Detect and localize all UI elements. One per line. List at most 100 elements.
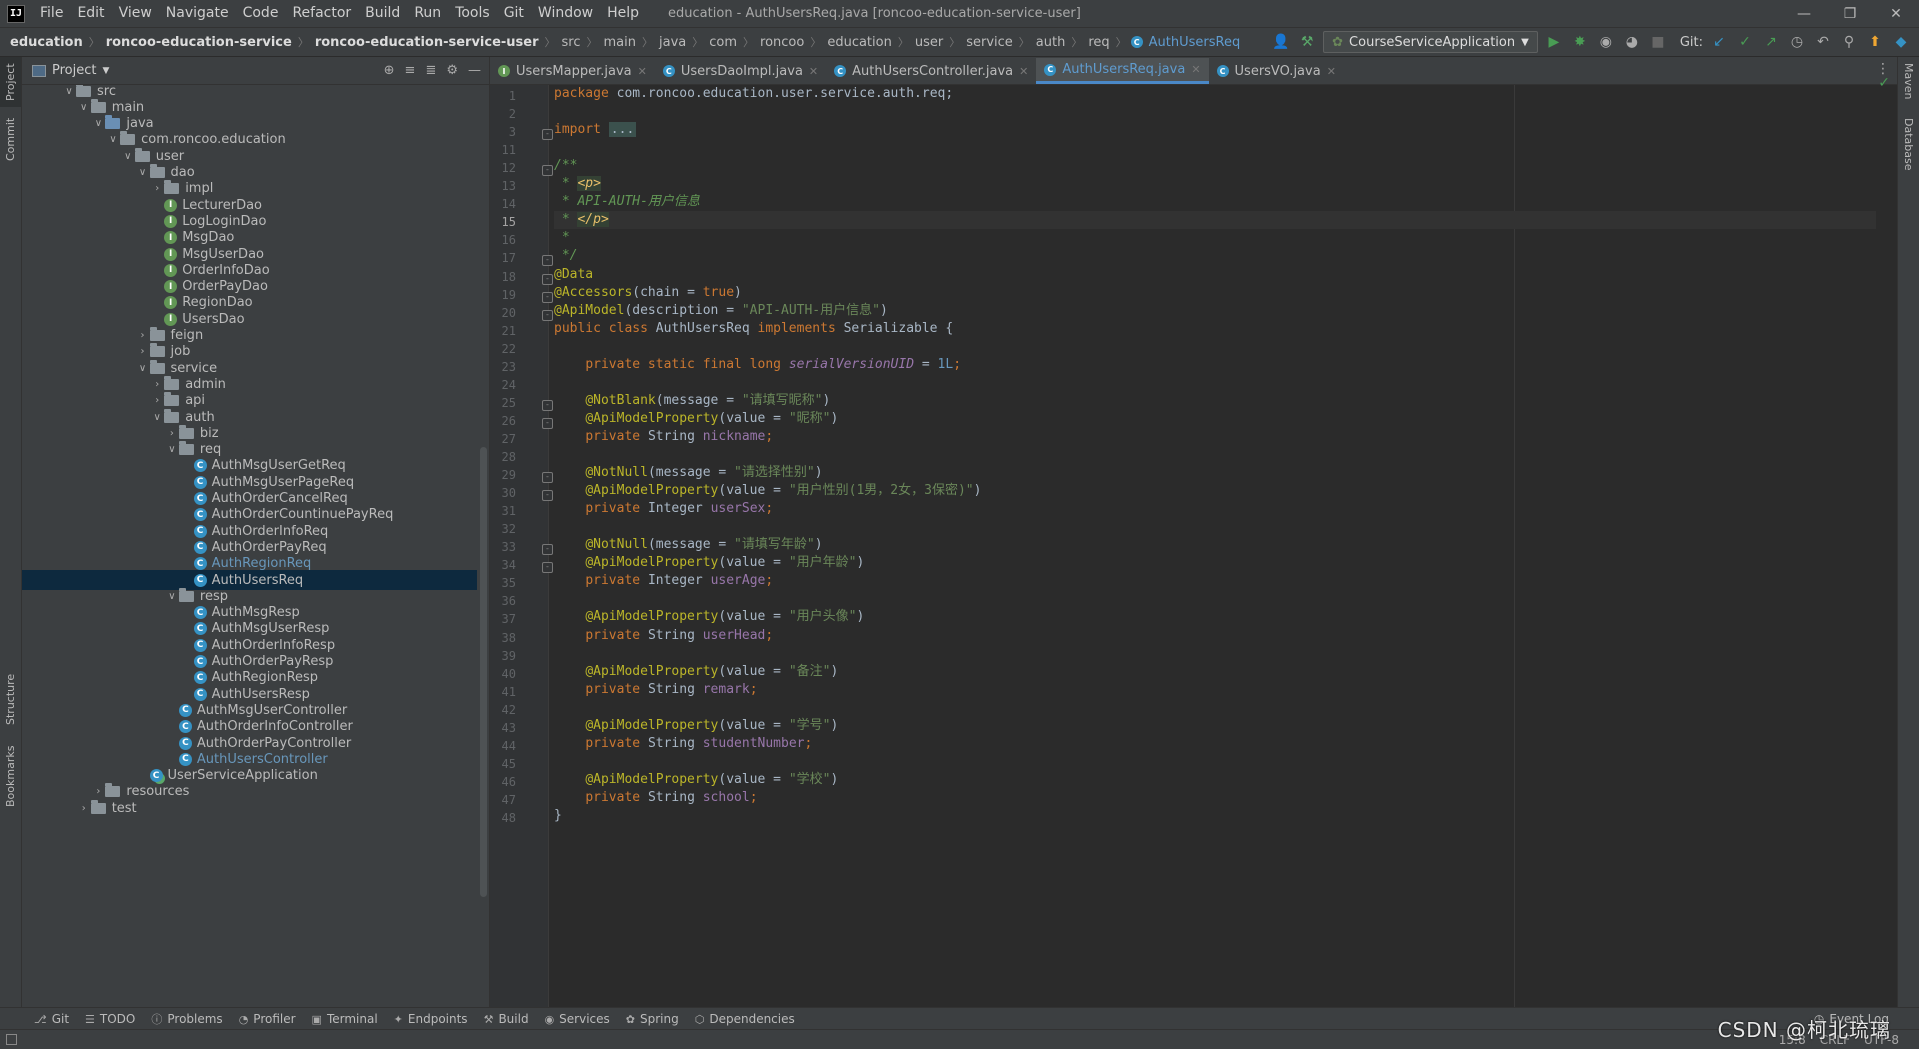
git-push-icon[interactable]: ↗ bbox=[1761, 32, 1781, 52]
editor-tab[interactable]: I UsersMapper.java ✕ bbox=[490, 58, 655, 84]
tool-profiler[interactable]: ◔ Profiler bbox=[231, 1012, 304, 1026]
code-line[interactable] bbox=[554, 103, 1876, 121]
fold-icon[interactable]: - bbox=[542, 417, 553, 429]
code-line[interactable]: private String remark; bbox=[554, 681, 1876, 699]
fold-icon[interactable]: - bbox=[542, 309, 553, 321]
stripe-tab-bookmarks[interactable]: Bookmarks bbox=[0, 739, 21, 814]
tool-problems[interactable]: ⓘ Problems bbox=[143, 1011, 230, 1027]
update-icon[interactable]: ⬆ bbox=[1865, 32, 1885, 52]
breadcrumb-item[interactable]: roncoo bbox=[758, 35, 806, 50]
code-line[interactable]: @NotNull(message = "请选择性别") bbox=[554, 464, 1876, 482]
coverage-icon[interactable]: ◉ bbox=[1596, 32, 1616, 52]
git-update-icon[interactable]: ↙ bbox=[1709, 32, 1729, 52]
code-line[interactable]: private String school; bbox=[554, 789, 1876, 807]
code-line[interactable] bbox=[554, 699, 1876, 717]
project-scrollbar[interactable] bbox=[480, 447, 487, 897]
breadcrumb-item[interactable]: user bbox=[913, 35, 945, 50]
close-icon[interactable]: ✕ bbox=[1327, 65, 1336, 78]
breadcrumb-item[interactable]: src bbox=[560, 35, 583, 50]
history-icon[interactable]: ◷ bbox=[1787, 32, 1807, 52]
code-line[interactable]: private Integer userSex; bbox=[554, 500, 1876, 518]
fold-icon[interactable]: - bbox=[542, 291, 553, 303]
menu-run[interactable]: Run bbox=[407, 0, 448, 27]
status-square-icon[interactable] bbox=[6, 1034, 17, 1045]
breadcrumb-item[interactable]: service bbox=[964, 35, 1015, 50]
code-line[interactable]: @NotNull(message = "请填写年龄") bbox=[554, 536, 1876, 554]
code-line[interactable]: */ bbox=[554, 247, 1876, 265]
tool-services[interactable]: ◉ Services bbox=[537, 1012, 618, 1026]
code-area[interactable]: package com.roncoo.education.user.servic… bbox=[554, 85, 1876, 1007]
breadcrumb-item[interactable]: AuthUsersReq bbox=[1147, 35, 1243, 50]
editor-tab[interactable]: C AuthUsersReq.java ✕ bbox=[1036, 58, 1209, 84]
menu-edit[interactable]: Edit bbox=[70, 0, 111, 27]
code-line[interactable]: @ApiModelProperty(value = "备注") bbox=[554, 663, 1876, 681]
menu-view[interactable]: View bbox=[112, 0, 159, 27]
code-line[interactable]: @ApiModelProperty(value = "用户性别(1男，2女，3保… bbox=[554, 482, 1876, 500]
code-line[interactable]: package com.roncoo.education.user.servic… bbox=[554, 85, 1876, 103]
fold-icon[interactable]: - bbox=[542, 273, 553, 285]
code-line[interactable]: @ApiModelProperty(value = "学校") bbox=[554, 771, 1876, 789]
menu-git[interactable]: Git bbox=[497, 0, 531, 27]
breadcrumb-item[interactable]: auth bbox=[1034, 35, 1068, 50]
close-icon[interactable]: ✕ bbox=[638, 65, 647, 78]
tool-spring[interactable]: ✿ Spring bbox=[618, 1012, 687, 1026]
code-line[interactable]: private String userHead; bbox=[554, 627, 1876, 645]
fold-icon[interactable]: - bbox=[542, 255, 553, 267]
code-line[interactable]: @Data bbox=[554, 266, 1876, 284]
fold-icon[interactable]: - bbox=[542, 399, 553, 411]
code-line[interactable] bbox=[554, 590, 1876, 608]
menu-window[interactable]: Window bbox=[531, 0, 600, 27]
code-line[interactable]: @ApiModelProperty(value = "用户年龄") bbox=[554, 554, 1876, 572]
tool-todo[interactable]: ☰ TODO bbox=[77, 1012, 143, 1026]
chevron-right-icon[interactable]: › bbox=[91, 786, 105, 797]
code-line[interactable]: * API-AUTH-用户信息 bbox=[554, 193, 1876, 211]
code-line[interactable]: import ... bbox=[554, 121, 1876, 139]
code-line[interactable]: } bbox=[554, 807, 1876, 825]
project-view-selector[interactable]: Project ▼ bbox=[32, 63, 109, 78]
chevron-right-icon[interactable]: › bbox=[150, 379, 164, 390]
code-line[interactable]: private String studentNumber; bbox=[554, 735, 1876, 753]
code-line[interactable]: @ApiModel(description = "API-AUTH-用户信息") bbox=[554, 302, 1876, 320]
code-line[interactable]: private Integer userAge; bbox=[554, 572, 1876, 590]
menu-refactor[interactable]: Refactor bbox=[285, 0, 358, 27]
code-line[interactable]: @ApiModelProperty(value = "用户头像") bbox=[554, 608, 1876, 626]
code-line[interactable]: private static final long serialVersionU… bbox=[554, 356, 1876, 374]
close-icon[interactable]: ✕ bbox=[1019, 65, 1028, 78]
hide-icon[interactable]: — bbox=[468, 63, 481, 78]
inspection-ok-icon[interactable]: ✓ bbox=[1878, 75, 1890, 91]
code-line[interactable]: private String nickname; bbox=[554, 428, 1876, 446]
editor-tab[interactable]: C AuthUsersController.java ✕ bbox=[826, 58, 1036, 84]
chevron-right-icon[interactable]: › bbox=[150, 395, 164, 406]
breadcrumb-item[interactable]: education bbox=[825, 35, 894, 50]
jetbrains-icon[interactable]: ◆ bbox=[1891, 32, 1911, 52]
collapse-all-icon[interactable]: ≣ bbox=[425, 63, 436, 78]
code-line[interactable]: public class AuthUsersReq implements Ser… bbox=[554, 320, 1876, 338]
restore-icon[interactable]: ❐ bbox=[1827, 0, 1873, 27]
hammer-icon[interactable]: ⚒ bbox=[1297, 32, 1317, 52]
tool-terminal[interactable]: ▣ Terminal bbox=[304, 1012, 386, 1026]
stop-icon[interactable]: ■ bbox=[1648, 32, 1668, 52]
breadcrumb-item[interactable]: com bbox=[707, 35, 739, 50]
breadcrumb-item[interactable]: roncoo-education-service bbox=[104, 35, 294, 50]
user-icon[interactable]: 👤 bbox=[1271, 32, 1291, 52]
minimize-icon[interactable]: — bbox=[1781, 0, 1827, 27]
code-line[interactable] bbox=[554, 139, 1876, 157]
close-icon[interactable]: ✕ bbox=[1191, 63, 1200, 76]
code-line[interactable] bbox=[554, 338, 1876, 356]
folded-imports[interactable]: ... bbox=[608, 122, 637, 138]
chevron-right-icon[interactable]: › bbox=[165, 428, 179, 439]
menu-help[interactable]: Help bbox=[600, 0, 646, 27]
chevron-right-icon[interactable]: › bbox=[150, 183, 164, 194]
code-line[interactable]: /** bbox=[554, 157, 1876, 175]
code-line[interactable] bbox=[554, 446, 1876, 464]
tree-item[interactable]: › test bbox=[22, 798, 477, 818]
chevron-down-icon[interactable]: ∨ bbox=[106, 134, 120, 145]
chevron-down-icon[interactable]: ∨ bbox=[136, 167, 150, 178]
run-config-selector[interactable]: ✿ CourseServiceApplication ▼ bbox=[1323, 31, 1538, 53]
breadcrumb-item[interactable]: roncoo-education-service-user bbox=[313, 35, 541, 50]
chevron-down-icon[interactable]: ∨ bbox=[150, 412, 164, 423]
stripe-tab-database[interactable]: Database bbox=[1898, 113, 1919, 175]
chevron-down-icon[interactable]: ∨ bbox=[165, 591, 179, 602]
tool-build[interactable]: ⚒ Build bbox=[476, 1012, 537, 1026]
menu-tools[interactable]: Tools bbox=[448, 0, 497, 27]
